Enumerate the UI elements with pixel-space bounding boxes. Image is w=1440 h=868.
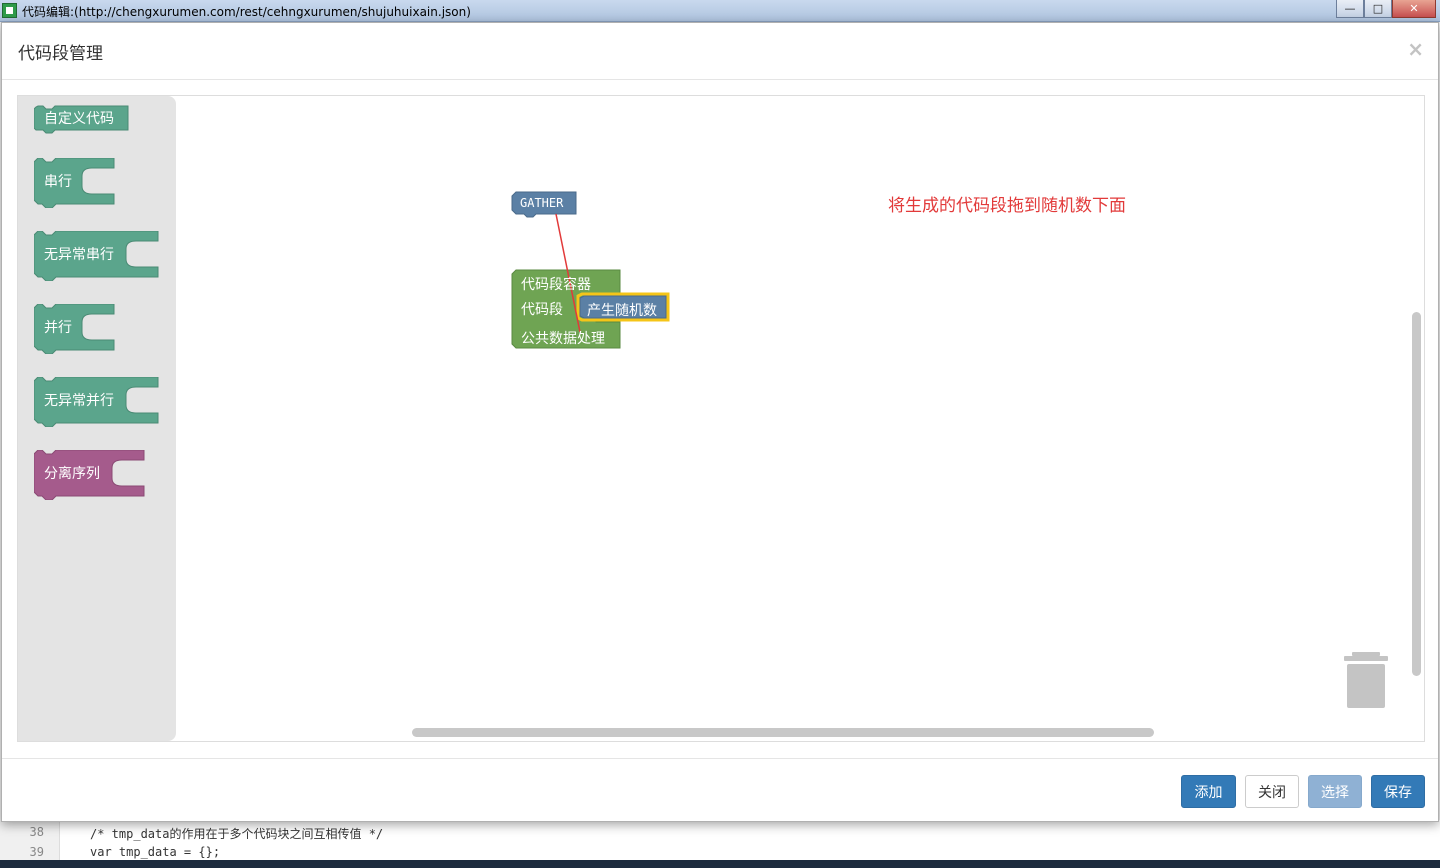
modal-header: 代码段管理 × <box>2 23 1438 80</box>
add-button[interactable]: 添加 <box>1181 775 1236 808</box>
window-titlebar: 代码编辑:(http://chengxurumen.com/rest/cehng… <box>0 0 1440 22</box>
canvas-drawing <box>511 191 670 349</box>
line-number: 39 <box>29 845 44 859</box>
container-block-row-data: 公共数据处理 <box>521 331 605 347</box>
modal-title: 代码段管理 <box>18 44 103 64</box>
app-icon <box>2 3 17 18</box>
modal-close-icon[interactable]: × <box>1407 37 1424 61</box>
minimize-button[interactable]: — <box>1336 0 1364 18</box>
toolbox-block-label: 分离序列 <box>44 466 100 482</box>
close-button[interactable]: 关闭 <box>1245 775 1299 808</box>
toolbox-block-parallel[interactable]: 并行 <box>34 304 116 354</box>
code-line: 39 var tmp_data = {}; <box>0 842 1440 862</box>
code-segment-modal: 代码段管理 × 自定义代码 串行 无异常串行 并行 无异常并行 分离序列 将生成… <box>1 22 1439 822</box>
gather-block-label[interactable]: GATHER <box>520 196 563 210</box>
code-line: 38 /* tmp_data的作用在于多个代码块之间互相传值 */ <box>0 822 1440 842</box>
window-controls: — □ ✕ <box>1336 0 1436 18</box>
block-canvas[interactable]: 将生成的代码段拖到随机数下面 GATHER 代码段容器 代码段 产生随机数 公共… <box>176 96 1424 741</box>
block-toolbox: 自定义代码 串行 无异常串行 并行 无异常并行 分离序列 <box>18 96 176 741</box>
toolbox-block-label: 串行 <box>44 174 72 190</box>
line-text: /* tmp_data的作用在于多个代码块之间互相传值 */ <box>90 827 384 841</box>
line-number: 38 <box>29 825 44 839</box>
background-code-editor: 38 /* tmp_data的作用在于多个代码块之间互相传值 */ 39 var… <box>0 820 1440 860</box>
maximize-button[interactable]: □ <box>1364 0 1392 18</box>
blockly-workspace[interactable]: 自定义代码 串行 无异常串行 并行 无异常并行 分离序列 将生成的代码段拖到随机… <box>17 95 1425 742</box>
save-button[interactable]: 保存 <box>1371 775 1425 808</box>
window-close-button[interactable]: ✕ <box>1392 0 1436 18</box>
toolbox-block-label: 无异常并行 <box>44 393 114 409</box>
random-block-label[interactable]: 产生随机数 <box>587 300 657 320</box>
toolbox-block-detached-sequence[interactable]: 分离序列 <box>34 450 146 500</box>
trash-icon[interactable] <box>1344 652 1388 708</box>
vertical-scrollbar[interactable] <box>1412 312 1421 676</box>
toolbox-block-safe-serial[interactable]: 无异常串行 <box>34 231 160 281</box>
toolbox-block-label: 并行 <box>44 320 72 336</box>
line-text: var tmp_data = {}; <box>90 845 221 859</box>
container-block-row-code: 代码段 <box>521 302 563 318</box>
toolbox-block-safe-parallel[interactable]: 无异常并行 <box>34 377 160 427</box>
toolbox-block-label: 自定义代码 <box>44 111 114 127</box>
select-button[interactable]: 选择 <box>1308 775 1362 808</box>
modal-footer: 添加 关闭 选择 保存 <box>2 758 1438 823</box>
horizontal-scrollbar[interactable] <box>412 728 1154 737</box>
toolbox-block-label: 无异常串行 <box>44 247 114 263</box>
window-title: 代码编辑:(http://chengxurumen.com/rest/cehng… <box>22 5 471 19</box>
toolbox-block-serial[interactable]: 串行 <box>34 158 116 208</box>
taskbar <box>0 860 1440 868</box>
container-block-title[interactable]: 代码段容器 <box>521 274 591 294</box>
toolbox-block-custom-code[interactable]: 自定义代码 <box>34 104 130 134</box>
